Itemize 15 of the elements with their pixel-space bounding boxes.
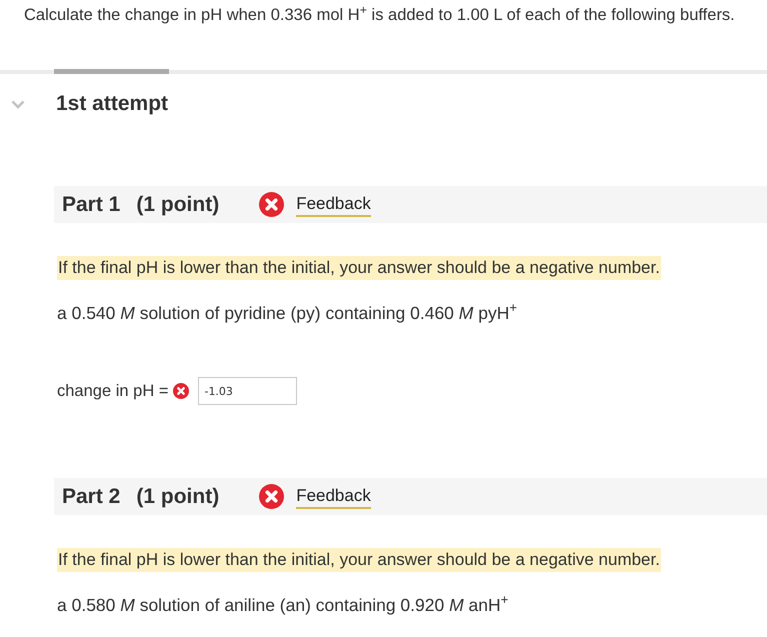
part-points: (1 point) [136,192,220,218]
question-text: Calculate the change in pH when 0.336 mol H$^{+}$ is added to 1.00 L of each of the following buffers. [23,2,736,25]
chevron-icon[interactable] [11,100,25,108]
feedback-link[interactable]: Feedback [296,194,371,217]
prompt-text: a 0.540 M solution of pyridine (py) containing 0.460 M pyH$^{+}$ [56,302,518,324]
part-title: Part 1 [62,192,120,218]
part-points: (1 point) [136,484,220,510]
prompt-text: a 0.580 M solution of aniline (an) containing 0.920 M anH$^{+}$ [56,594,510,616]
answer-field[interactable]: -1.03 [198,377,298,405]
answer-label: change in pH = [57,380,168,402]
part-title: Part 2 [62,484,120,510]
hint-text: If the final pH is lower than the initial, your answer should be a negative number. [57,548,661,572]
hint-text: If the final pH is lower than the initial, your answer should be a negative number. [57,256,661,280]
attempt-title: 1st attempt [56,91,168,118]
feedback-link[interactable]: Feedback [296,486,371,509]
